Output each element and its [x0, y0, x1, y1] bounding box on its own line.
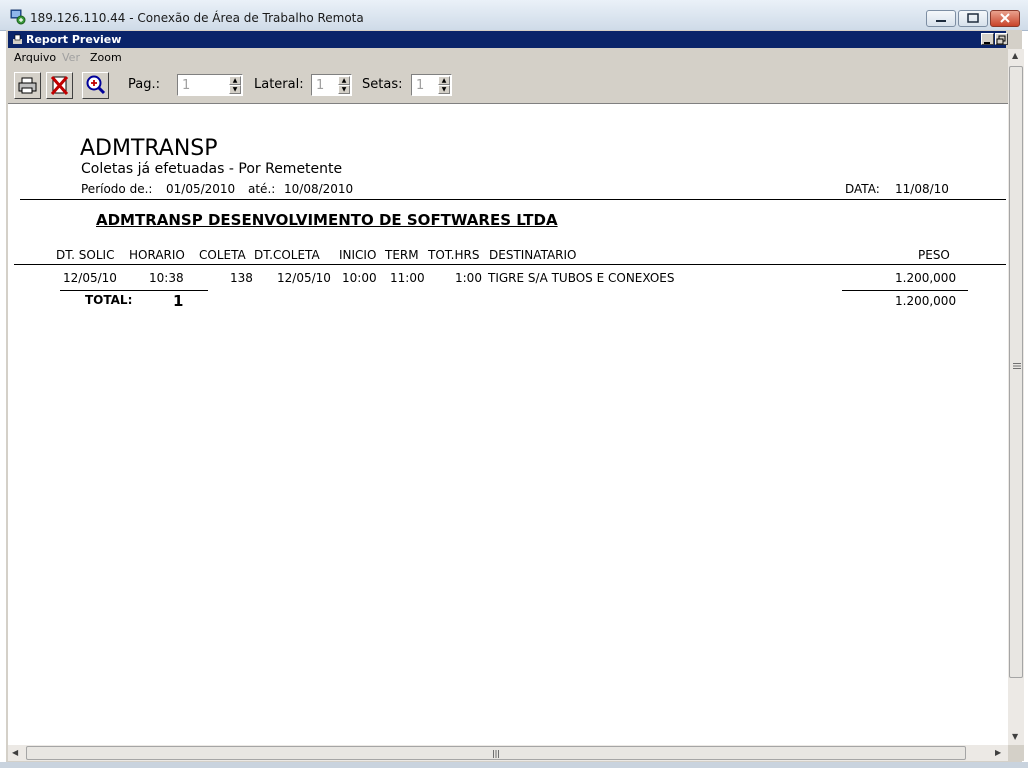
menu-arquivo[interactable]: Arquivo: [14, 51, 56, 64]
vertical-scroll-thumb[interactable]: [1009, 66, 1023, 678]
scroll-right-icon[interactable]: ▶: [995, 748, 1001, 757]
remote-desktop-icon: [10, 9, 26, 25]
printer-icon: [18, 77, 37, 94]
total-peso-underline: [842, 290, 968, 291]
close-button[interactable]: [990, 10, 1020, 27]
row-horario: 10:38: [149, 271, 184, 285]
report-company-title: ADMTRANSP: [80, 136, 218, 161]
spin-up-icon[interactable]: ▲: [229, 76, 241, 85]
minimize-icon: [984, 42, 990, 44]
report-window-icon: [13, 34, 22, 44]
minimize-icon: [936, 20, 946, 22]
setas-spinner[interactable]: 1 ▲ ▼: [411, 74, 452, 96]
zoom-in-icon: [86, 75, 106, 95]
lateral-spinner[interactable]: 1 ▲ ▼: [311, 74, 352, 96]
row-dt-solic: 12/05/10: [63, 271, 117, 285]
col-horario: HORARIO: [129, 248, 185, 262]
mdi-restore-button[interactable]: [995, 33, 1008, 45]
report-preview-title-bar[interactable]: [8, 31, 1006, 48]
print-button[interactable]: [14, 72, 41, 99]
periodo-label: Período de.:: [81, 182, 153, 196]
sender-name: ADMTRANSP DESENVOLVIMENTO DE SOFTWARES L…: [96, 211, 558, 229]
pag-label: Pag.:: [128, 77, 160, 92]
scroll-up-icon[interactable]: ▲: [1012, 51, 1018, 60]
grip-icon: [493, 750, 499, 758]
scroll-down-icon[interactable]: ▼: [1012, 732, 1018, 741]
header-divider: [20, 199, 1006, 200]
col-term: TERM: [385, 248, 419, 262]
menu-zoom[interactable]: Zoom: [90, 51, 122, 64]
column-header-divider: [14, 264, 1006, 265]
lateral-label: Lateral:: [254, 77, 304, 92]
spin-down-icon[interactable]: ▼: [338, 85, 350, 94]
mdi-minimize-button[interactable]: [981, 33, 994, 45]
setas-label: Setas:: [362, 77, 403, 92]
pag-value[interactable]: 1: [182, 78, 190, 93]
row-peso: 1.200,000: [895, 271, 957, 285]
col-tot-hrs: TOT.HRS: [428, 248, 480, 262]
scroll-left-icon[interactable]: ◀: [12, 748, 18, 757]
close-report-icon: [50, 76, 69, 95]
col-dt-coleta: DT.COLETA: [254, 248, 320, 262]
spin-down-icon[interactable]: ▼: [229, 85, 241, 94]
lateral-value[interactable]: 1: [316, 78, 324, 93]
rdp-window-title: 189.126.110.44 - Conexão de Área de Trab…: [30, 11, 364, 25]
col-dt-solic: DT. SOLIC: [56, 248, 115, 262]
col-peso: PESO: [918, 248, 950, 262]
maximize-button[interactable]: [958, 10, 988, 27]
periodo-end: 10/08/2010: [284, 182, 354, 196]
spin-up-icon[interactable]: ▲: [438, 76, 450, 85]
col-coleta: COLETA: [199, 248, 246, 262]
grip-icon: [1013, 363, 1021, 369]
total-peso: 1.200,000: [895, 294, 957, 308]
col-destinatario: DESTINATARIO: [489, 248, 577, 262]
row-tot-hrs: 1:00: [455, 271, 482, 285]
total-label: TOTAL:: [85, 293, 133, 307]
pag-spin-arrows: ▲ ▼: [229, 76, 241, 94]
scrollbar-corner: [1008, 745, 1024, 761]
data-value: 11/08/10: [895, 182, 949, 196]
data-label: DATA:: [845, 182, 880, 196]
menu-ver[interactable]: Ver: [62, 51, 80, 64]
menu-bar: [8, 49, 1008, 67]
lateral-spin-arrows: ▲ ▼: [338, 76, 350, 94]
zoom-button[interactable]: [82, 72, 109, 99]
row-destinatario: TIGRE S/A TUBOS E CONEXOES: [488, 271, 675, 285]
spin-up-icon[interactable]: ▲: [338, 76, 350, 85]
close-report-button[interactable]: [46, 72, 73, 99]
restore-icon: [967, 13, 979, 23]
minimize-button[interactable]: [926, 10, 956, 27]
row-coleta: 138: [230, 271, 253, 285]
col-inicio: INICIO: [339, 248, 377, 262]
setas-value[interactable]: 1: [416, 78, 424, 93]
total-count: 1: [173, 292, 184, 310]
total-count-underline: [60, 290, 208, 291]
report-page: [8, 104, 1008, 746]
ate-label: até.:: [248, 182, 276, 196]
restore-icon: [996, 35, 1006, 45]
close-icon: [1000, 13, 1010, 23]
horizontal-scroll-thumb[interactable]: [26, 746, 966, 760]
spin-down-icon[interactable]: ▼: [438, 85, 450, 94]
periodo-start: 01/05/2010: [166, 182, 236, 196]
setas-spin-arrows: ▲ ▼: [438, 76, 450, 94]
taskbar-edge: [0, 762, 1028, 768]
report-subtitle: Coletas já efetuadas - Por Remetente: [81, 161, 343, 177]
row-term: 11:00: [390, 271, 425, 285]
row-inicio: 10:00: [342, 271, 377, 285]
row-dt-coleta: 12/05/10: [277, 271, 331, 285]
pag-spinner[interactable]: 1 ▲ ▼: [177, 74, 243, 96]
report-preview-title: Report Preview: [26, 33, 122, 46]
